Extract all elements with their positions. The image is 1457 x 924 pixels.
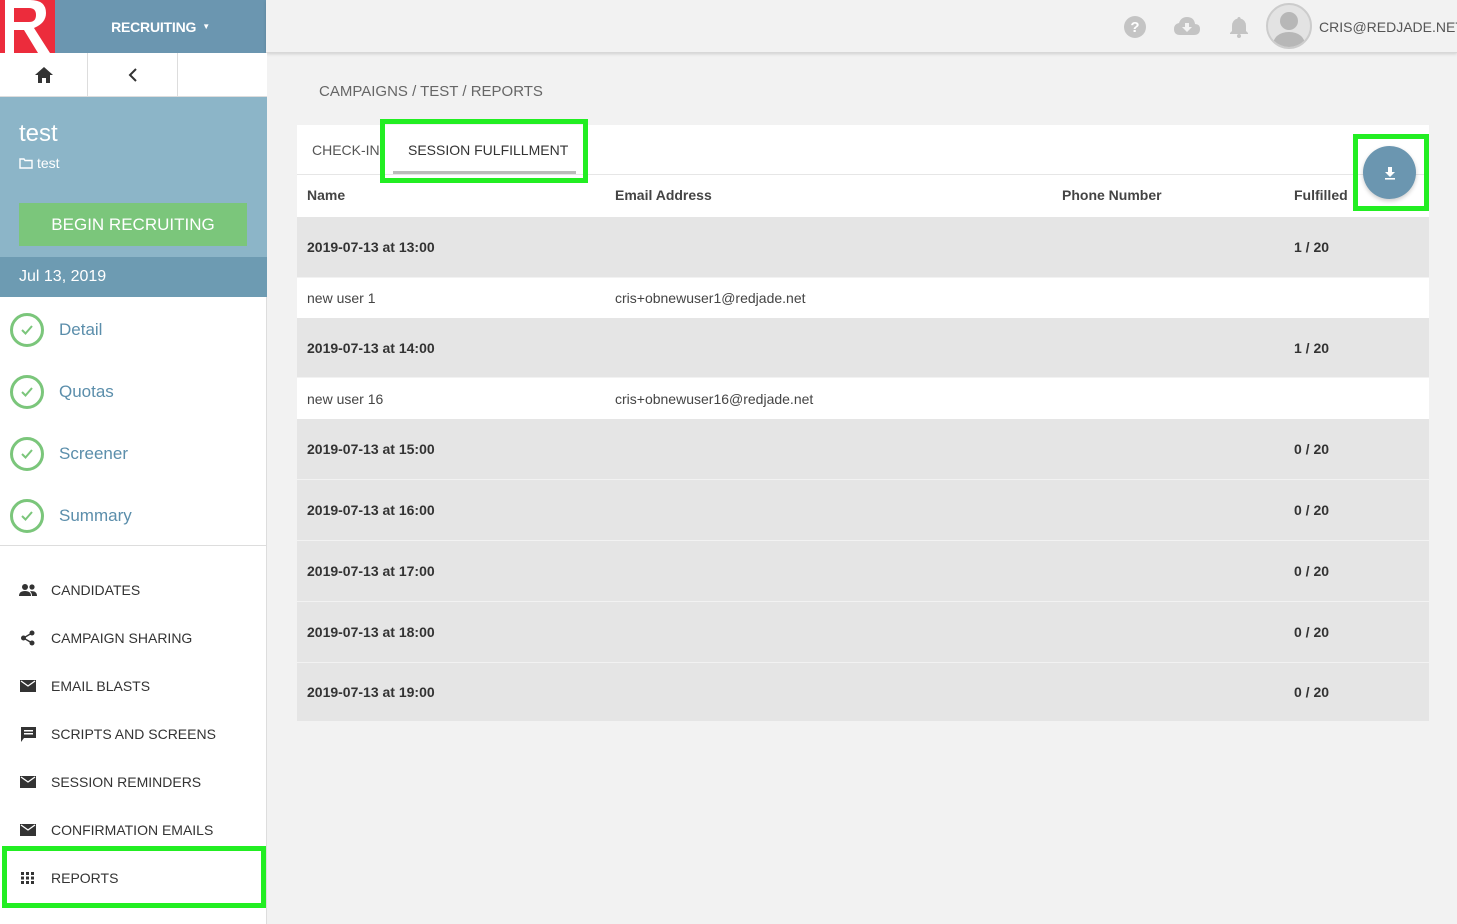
app-switcher-label: RECRUITING — [111, 18, 197, 35]
download-icon — [1384, 166, 1395, 180]
table-row[interactable]: 2019-07-13 at 18:00 0 / 20 — [297, 602, 1429, 663]
menu-item-confirmation-emails[interactable]: CONFIRMATION EMAILS — [0, 806, 266, 854]
menu-item-label: SCRIPTS AND SCREENS — [51, 726, 216, 742]
check-circle-icon — [10, 437, 44, 471]
row-email: cris+obnewuser16@redjade.net — [615, 390, 814, 407]
divider — [0, 545, 266, 546]
table-row[interactable]: 2019-07-13 at 14:00 1 / 20 — [297, 318, 1429, 378]
home-button[interactable] — [0, 53, 88, 97]
people-icon — [19, 581, 37, 599]
back-button[interactable] — [88, 53, 178, 97]
row-fulfilled: 0 / 20 — [1294, 502, 1330, 518]
svg-text:?: ? — [1130, 19, 1139, 36]
column-header-email: Email Address — [615, 187, 712, 203]
campaign-date: Jul 13, 2019 — [0, 257, 267, 297]
menu-item-reports[interactable]: REPORTS — [0, 854, 266, 902]
campaign-folder-label: test — [37, 155, 60, 171]
session-time: 2019-07-13 at 16:00 — [307, 502, 435, 518]
table-row[interactable]: 2019-07-13 at 13:00 1 / 20 — [297, 217, 1429, 278]
check-circle-icon — [10, 375, 44, 409]
column-header-phone: Phone Number — [1062, 187, 1162, 203]
menu-item-label: SESSION REMINDERS — [51, 774, 202, 790]
menu-item-scripts-and-screens[interactable]: SCRIPTS AND SCREENS — [0, 710, 266, 758]
redjade-logo[interactable] — [0, 0, 55, 53]
mail-icon — [19, 677, 37, 695]
sidebar-nav-bar — [0, 53, 267, 97]
check-circle-icon — [10, 313, 44, 347]
logo-r-icon — [5, 0, 50, 53]
step-label: Screener — [59, 444, 128, 463]
campaign-folder[interactable]: test — [19, 155, 60, 171]
begin-recruiting-button[interactable]: BEGIN RECRUITING — [19, 203, 247, 246]
person-name: new user 1 — [307, 290, 376, 306]
session-time: 2019-07-13 at 15:00 — [307, 441, 435, 457]
step-label: Detail — [59, 320, 103, 339]
menu-item-label: EMAIL BLASTS — [51, 678, 151, 694]
table-row[interactable]: new user 1 cris+obnewuser1@redjade.net — [297, 278, 1429, 318]
table-row[interactable]: 2019-07-13 at 17:00 0 / 20 — [297, 541, 1429, 602]
step-quotas[interactable]: Quotas — [0, 361, 266, 423]
column-header-fulfilled: Fulfilled — [1294, 187, 1348, 203]
user-email[interactable]: CRIS@REDJADE.NET — [1319, 19, 1457, 35]
menu-item-session-reminders[interactable]: SESSION REMINDERS — [0, 758, 266, 806]
table-row[interactable]: 2019-07-13 at 19:00 0 / 20 — [297, 663, 1429, 721]
tab-check-in[interactable]: CHECK-IN — [312, 125, 380, 175]
session-time: 2019-07-13 at 17:00 — [307, 563, 435, 579]
menu-item-label: CAMPAIGN SHARING — [51, 630, 193, 646]
step-summary[interactable]: Summary — [0, 485, 266, 547]
breadcrumb: CAMPAIGNS / TEST / REPORTS — [319, 83, 543, 100]
session-time: 2019-07-13 at 18:00 — [307, 624, 435, 640]
menu-item-campaign-sharing[interactable]: CAMPAIGN SHARING — [0, 614, 266, 662]
menu-item-label: REPORTS — [51, 870, 119, 886]
row-email: cris+obnewuser1@redjade.net — [615, 290, 806, 306]
campaign-title: test — [19, 120, 58, 147]
row-fulfilled: 0 / 20 — [1294, 563, 1330, 579]
active-tab-indicator — [393, 171, 576, 174]
person-name: new user 16 — [307, 390, 384, 407]
step-label: Quotas — [59, 382, 114, 401]
step-label: Summary — [59, 506, 132, 525]
table-row[interactable]: 2019-07-13 at 15:00 0 / 20 — [297, 419, 1429, 480]
mail-icon — [19, 773, 37, 791]
grid-icon — [19, 869, 37, 887]
menu-item-label: CONFIRMATION EMAILS — [51, 822, 214, 838]
row-fulfilled: 1 / 20 — [1294, 239, 1330, 255]
folder-icon — [19, 157, 33, 169]
caret-down-icon: ▼ — [202, 22, 210, 31]
help-icon[interactable]: ? — [1123, 15, 1147, 39]
comment-icon — [19, 725, 37, 743]
step-detail[interactable]: Detail — [0, 299, 266, 361]
table-row[interactable]: 2019-07-13 at 16:00 0 / 20 — [297, 480, 1429, 541]
table-row[interactable]: new user 16 cris+obnewuser16@redjade.net — [297, 378, 1429, 419]
row-fulfilled: 0 / 20 — [1294, 441, 1330, 457]
chevron-left-icon — [128, 68, 137, 82]
download-report-button[interactable] — [1363, 146, 1416, 199]
row-fulfilled: 1 / 20 — [1294, 339, 1330, 356]
user-avatar[interactable] — [1266, 3, 1312, 49]
step-screener[interactable]: Screener — [0, 423, 266, 485]
column-header-name: Name — [307, 187, 346, 203]
table-header: Name Email Address Phone Number Fulfille… — [297, 175, 1429, 216]
avatar-person-icon — [1272, 12, 1306, 47]
row-fulfilled: 0 / 20 — [1294, 684, 1330, 700]
menu-item-label: CANDIDATES — [51, 582, 141, 598]
app-switcher-dropdown[interactable]: RECRUITING ▼ — [55, 0, 266, 53]
mail-icon — [19, 821, 37, 839]
cloud-download-icon[interactable] — [1173, 15, 1201, 39]
session-time: 2019-07-13 at 14:00 — [307, 339, 435, 356]
row-fulfilled: 0 / 20 — [1294, 624, 1330, 640]
session-time: 2019-07-13 at 19:00 — [307, 684, 435, 700]
menu-item-candidates[interactable]: CANDIDATES — [0, 566, 266, 614]
menu-item-email-blasts[interactable]: EMAIL BLASTS — [0, 662, 266, 710]
check-circle-icon — [10, 499, 44, 533]
notifications-bell-icon[interactable] — [1227, 15, 1251, 39]
session-time: 2019-07-13 at 13:00 — [307, 239, 435, 255]
tab-session-fulfillment[interactable]: SESSION FULFILLMENT — [408, 125, 568, 175]
report-tabs: CHECK-IN SESSION FULFILLMENT — [297, 125, 1429, 175]
home-icon — [34, 67, 53, 83]
share-icon — [19, 629, 37, 647]
